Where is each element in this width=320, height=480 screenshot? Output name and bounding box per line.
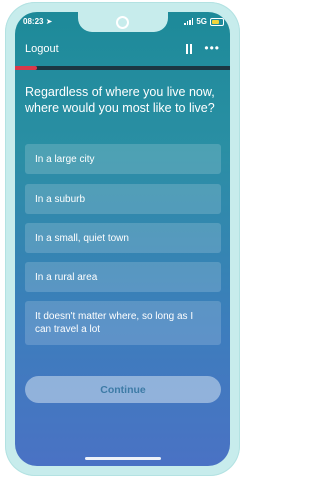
continue-button[interactable]: Continue bbox=[25, 376, 221, 403]
phone-notch bbox=[78, 12, 168, 32]
location-icon: ➤ bbox=[45, 17, 53, 26]
option-small-town[interactable]: In a small, quiet town bbox=[25, 223, 221, 253]
logout-button[interactable]: Logout bbox=[25, 43, 59, 55]
camera-icon bbox=[116, 16, 129, 29]
battery-icon bbox=[210, 17, 224, 26]
option-label: It doesn't matter where, so long as I ca… bbox=[35, 311, 194, 335]
progress-fill bbox=[15, 66, 37, 70]
top-bar: Logout ••• bbox=[25, 41, 220, 59]
status-time: 08:23 ➤ bbox=[23, 17, 52, 26]
option-travel[interactable]: It doesn't matter where, so long as I ca… bbox=[25, 301, 221, 345]
option-rural-area[interactable]: In a rural area bbox=[25, 262, 221, 292]
option-label: In a suburb bbox=[35, 193, 86, 205]
home-indicator bbox=[85, 457, 161, 460]
app-screen: 08:23 ➤ 5G Logout ••• Regardless of wher… bbox=[15, 12, 230, 466]
pause-icon[interactable] bbox=[186, 44, 194, 54]
status-time-text: 08:23 bbox=[23, 17, 44, 26]
signal-icon bbox=[184, 18, 194, 25]
option-large-city[interactable]: In a large city bbox=[25, 144, 221, 174]
option-label: In a large city bbox=[35, 153, 95, 165]
option-label: In a small, quiet town bbox=[35, 232, 129, 244]
option-suburb[interactable]: In a suburb bbox=[25, 184, 221, 214]
network-label: 5G bbox=[196, 17, 207, 26]
option-label: In a rural area bbox=[35, 271, 98, 283]
more-icon[interactable]: ••• bbox=[204, 41, 220, 55]
progress-bar bbox=[15, 66, 230, 70]
status-right: 5G bbox=[184, 17, 224, 26]
question-text: Regardless of where you live now, where … bbox=[25, 85, 215, 115]
